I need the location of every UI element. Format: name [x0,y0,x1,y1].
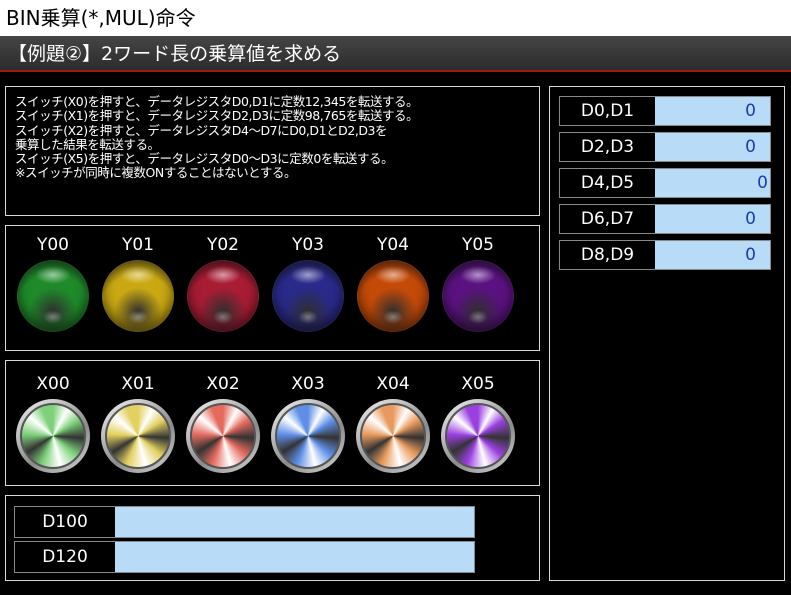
register-name: D6,D7 [560,205,655,233]
switch-unit-x04: X04 [355,373,431,473]
switch-unit-x01: X01 [100,373,176,473]
switch-x05-button[interactable] [441,399,515,473]
description-line: ※スイッチが同時に複数ONすることはないとする。 [15,165,296,181]
description-line: スイッチ(X5)を押すと、データレジスタD0～D3に定数0を転送する。 [15,151,394,167]
switch-unit-x00: X00 [15,373,91,473]
switch-label: X00 [36,374,70,394]
register-value-display: 0 [655,241,770,269]
register-value-display: 0 [655,97,770,125]
register-name: D4,D5 [560,169,655,197]
output-lamp-panel: Y00 Y01 Y02 Y03 Y04 Y05 [5,225,540,351]
switch-label: X01 [121,374,155,394]
description-line: スイッチ(X2)を押すと、データレジスタD4～D7にD0,D1とD2,D3を [15,122,388,138]
switch-label: X04 [376,374,410,394]
switch-label: X03 [291,374,325,394]
input-switch-panel: X00 X01 X02 X03 X04 X05 [5,360,540,486]
description-line: スイッチ(X1)を押すと、データレジスタD2,D3に定数98,765を転送する。 [15,108,419,124]
register-name: D0,D1 [560,97,655,125]
lamp-label: Y00 [36,235,70,255]
lamp-unit-y02: Y02 [185,234,261,332]
result-register-panel: D0,D1 0 D2,D3 0 D4,D5 0 D6,D7 0 D8,D9 0 [549,86,785,581]
switch-face [360,403,426,469]
lamp-label: Y01 [121,235,155,255]
switch-x01-button[interactable] [101,399,175,473]
register-row-d100: D100 [14,506,475,538]
lamp-unit-y05: Y05 [440,234,516,332]
switch-face [20,403,86,469]
lamp-y04-indicator [357,260,429,332]
lamp-y05-indicator [442,260,514,332]
register-value-display [115,507,474,537]
register-row-d8-d9: D8,D9 0 [559,240,771,270]
description-line: スイッチ(X0)を押すと、データレジスタD0,D1に定数12,345を転送する。 [15,94,419,109]
switch-unit-x05: X05 [440,373,516,473]
register-name: D100 [15,507,115,537]
lamp-y01-indicator [102,260,174,332]
register-name: D8,D9 [560,241,655,269]
lamp-y00-indicator [17,260,89,332]
switch-unit-x03: X03 [270,373,346,473]
register-value-display: 0 [655,133,770,161]
register-name: D120 [15,542,115,572]
switch-face [445,403,511,469]
description-line: 乗算した結果を転送する。 [15,136,160,152]
example-title: 【例題②】2ワード長の乗算値を求める [0,36,791,72]
switch-x00-button[interactable] [16,399,90,473]
lamp-y02-indicator [187,260,259,332]
lamp-label: Y04 [376,235,410,255]
window-title: BIN乗算(*,MUL)命令 [0,0,791,36]
register-value-display: 0 [655,169,770,197]
lamp-unit-y01: Y01 [100,234,176,332]
register-row-d2-d3: D2,D3 0 [559,132,771,162]
description-panel: スイッチ(X0)を押すと、データレジスタD0,D1に定数12,345を転送する。… [5,86,540,216]
switch-face [275,403,341,469]
switch-x02-button[interactable] [186,399,260,473]
register-row-d4-d5: D4,D5 0 [559,168,771,198]
lamp-label: Y05 [461,235,495,255]
lamp-label: Y03 [291,235,325,255]
lamp-unit-y00: Y00 [15,234,91,332]
description-text: スイッチ(X0)を押すと、データレジスタD0,D1に定数12,345を転送する。… [15,94,419,181]
register-name: D2,D3 [560,133,655,161]
switch-label: X05 [461,374,495,394]
switch-unit-x02: X02 [185,373,261,473]
switch-face [190,403,256,469]
register-value-display [115,542,474,572]
switch-x04-button[interactable] [356,399,430,473]
switch-face [105,403,171,469]
lamp-unit-y03: Y03 [270,234,346,332]
register-row-d0-d1: D0,D1 0 [559,96,771,126]
lamp-y03-indicator [272,260,344,332]
register-value-display: 0 [655,205,770,233]
switch-label: X02 [206,374,240,394]
lamp-label: Y02 [206,235,240,255]
register-row-d6-d7: D6,D7 0 [559,204,771,234]
data-register-panel: D100 D120 [5,495,540,581]
register-row-d120: D120 [14,541,475,573]
lamp-unit-y04: Y04 [355,234,431,332]
switch-x03-button[interactable] [271,399,345,473]
